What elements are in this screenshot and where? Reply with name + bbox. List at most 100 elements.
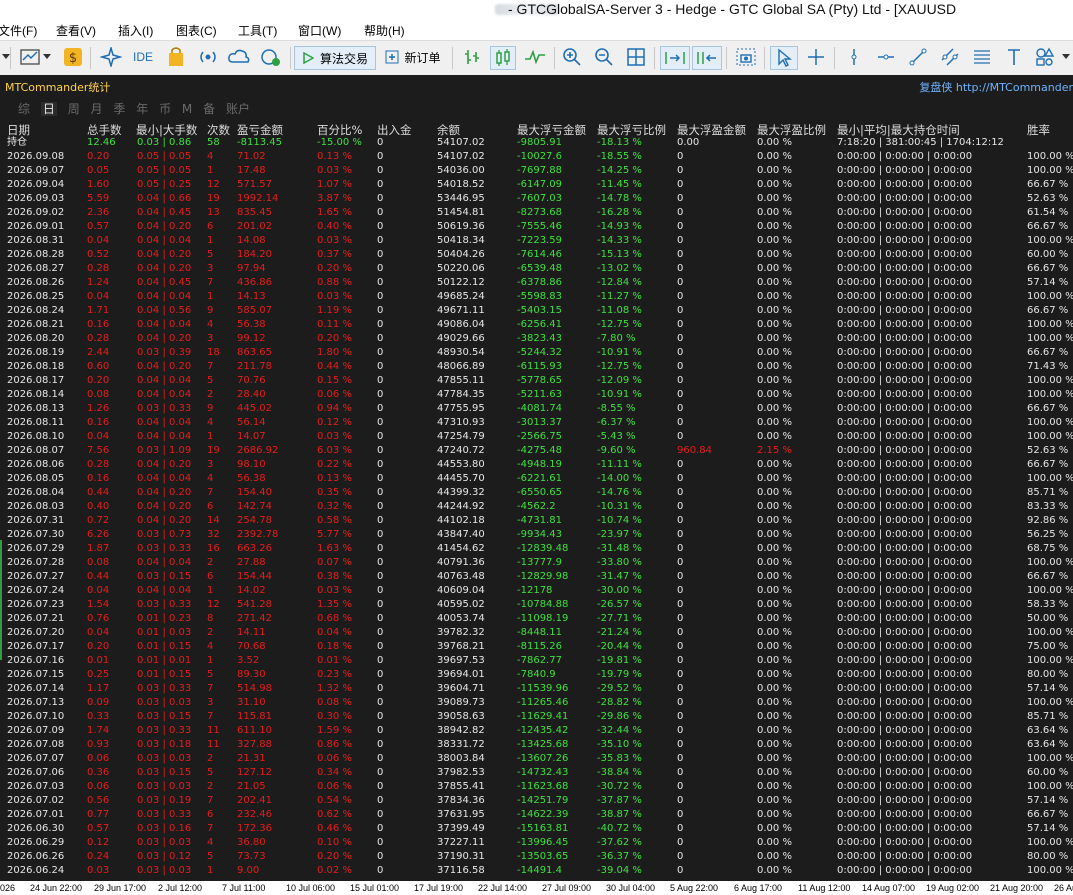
cell-percent: 0.62 % [317, 809, 352, 820]
new-order-button[interactable]: 新订单 [382, 46, 444, 68]
vps-globe-icon[interactable] [258, 46, 284, 68]
zoom-in-icon[interactable] [560, 46, 584, 68]
tab-overview[interactable]: 综 [18, 102, 30, 116]
shapes-icon[interactable] [1034, 46, 1060, 68]
text-tool-icon[interactable] [1002, 46, 1026, 68]
auto-scroll-icon[interactable] [660, 46, 690, 70]
zoom-out-icon[interactable] [592, 46, 616, 68]
axis-tick-label: 026 [0, 883, 16, 893]
menu-help[interactable]: 帮助(H) [364, 22, 405, 39]
cell-max-float-profit: 0 [677, 431, 684, 442]
menu-file[interactable]: 文件(F) [0, 22, 37, 39]
cell-max-float-profit: 0 [677, 851, 684, 862]
tab-notes[interactable]: 备 [203, 102, 215, 116]
cell-pnl: 115.81 [237, 711, 272, 722]
cell-count: 7 [207, 487, 214, 498]
cell-count: 4 [207, 319, 214, 330]
cell-balance: 48066.89 [437, 361, 485, 372]
tab-weekly[interactable]: 周 [68, 102, 80, 116]
tab-daily[interactable]: 日 [40, 102, 57, 116]
tab-account[interactable]: 账户 [226, 102, 250, 116]
chevron-down-icon[interactable] [1061, 46, 1071, 68]
cell-max-float-profit-pct: 0.00 % [757, 403, 792, 414]
cell-date: 2026.08.03 [7, 501, 65, 512]
dollar-icon[interactable]: $ [62, 46, 84, 68]
cell-max-float-profit-pct: 0.00 % [757, 557, 792, 568]
cell-date: 2026.08.11 [7, 417, 65, 428]
market-bag-icon[interactable] [164, 46, 188, 68]
cell-max-float-loss: -11629.41 [517, 711, 569, 722]
cell-deposit: 0 [377, 151, 384, 162]
cell-hold-time: 0:00:00 | 0:00:00 | 0:00:00 [837, 725, 973, 736]
cell-date: 2026.08.20 [7, 333, 65, 344]
cell-max-float-profit: 0 [677, 837, 684, 848]
cell-deposit: 0 [377, 711, 384, 722]
chart-template-icon[interactable] [18, 46, 42, 68]
cell-deposit: 0 [377, 375, 384, 386]
menu-view[interactable]: 查看(V) [56, 22, 96, 39]
panel-link[interactable]: 复盘侠 http://MTCommander [919, 79, 1073, 95]
cursor-arrow-icon[interactable] [770, 46, 798, 70]
cell-count: 7 [207, 823, 214, 834]
tab-magic[interactable]: M [182, 102, 192, 116]
screenshot-camera-icon[interactable] [734, 46, 758, 68]
menu-window[interactable]: 窗口(W) [298, 22, 341, 39]
algo-trading-button[interactable]: 算法交易 [294, 46, 376, 70]
cell-max-float-loss: -7607.03 [517, 193, 562, 204]
cell-max-float-loss-pct: -37.62 % [597, 837, 642, 848]
fibonacci-icon[interactable] [970, 46, 994, 68]
table-row: 2026.08.14 0.08 0.04 | 0.04 2 28.40 0.06 % 0 47… [0, 388, 1073, 402]
cell-count: 9 [207, 305, 214, 316]
cell-max-float-loss-pct: -9.60 % [597, 445, 636, 456]
table-row: 2026.08.20 0.28 0.04 | 0.20 3 99.12 0.20 % 0 49… [0, 332, 1073, 346]
trendline-icon[interactable] [906, 46, 930, 68]
cell-pnl: 142.74 [237, 501, 272, 512]
tab-currency[interactable]: 币 [159, 102, 171, 116]
cell-deposit: 0 [377, 291, 384, 302]
table-row: 2026.08.10 0.04 0.04 | 0.04 1 14.07 0.03 % 0 47… [0, 430, 1073, 444]
horizontal-line-icon[interactable] [874, 46, 898, 68]
chevron-down-icon[interactable] [42, 46, 52, 68]
table-row: 2026.08.05 0.16 0.04 | 0.04 4 56.38 0.13 % 0 44… [0, 472, 1073, 486]
cell-max-float-profit: 0 [677, 515, 684, 526]
table-row: 2026.08.07 7.56 0.03 | 1.09 19 2686.92 6.03 %… [0, 444, 1073, 458]
cell-percent: 0.54 % [317, 795, 352, 806]
crosshair-icon[interactable] [804, 46, 828, 68]
cell-max-float-profit-pct: 2.15 % [757, 445, 792, 456]
cell-max-float-loss: -14251.79 [517, 795, 569, 806]
signal-icon[interactable] [196, 46, 220, 68]
cell-percent: 0.38 % [317, 571, 352, 582]
channel-icon[interactable] [938, 46, 962, 68]
cell-total-lots: 1.24 [87, 277, 110, 288]
cell-pnl: 14.13 [237, 291, 266, 302]
cell-max-float-loss-pct: -14.93 % [597, 221, 642, 232]
bar-chart-icon[interactable] [460, 46, 484, 68]
cell-total-lots: 2.36 [87, 207, 110, 218]
cell-min-max-lots: 0.03 | 0.33 [137, 725, 192, 736]
chart-shift-icon[interactable] [692, 46, 722, 70]
tab-monthly[interactable]: 月 [91, 102, 103, 116]
cell-min-max-lots: 0.04 | 0.45 [137, 207, 192, 218]
cell-balance: 37855.41 [437, 781, 485, 792]
tile-windows-icon[interactable] [624, 46, 648, 68]
menu-tools[interactable]: 工具(T) [238, 22, 277, 39]
menu-insert[interactable]: 插入(I) [118, 22, 153, 39]
table-row: 2026.08.31 0.04 0.04 | 0.04 1 14.08 0.03 % 0 50… [0, 234, 1073, 248]
ide-button[interactable]: IDE [130, 46, 156, 68]
line-chart-icon[interactable] [522, 46, 548, 68]
cell-max-float-loss-pct: -11.27 % [597, 291, 642, 302]
candlestick-icon[interactable] [490, 46, 516, 70]
cloud-icon[interactable] [226, 46, 252, 68]
cell-max-float-profit: 0 [677, 655, 684, 666]
tab-quarterly[interactable]: 季 [113, 102, 125, 116]
cell-win-rate: 66.67 % [1027, 179, 1069, 190]
cell-win-rate: 60.00 % [1027, 249, 1069, 260]
cell-min-max-lots: 0.03 | 0.73 [137, 529, 192, 540]
cell-max-float-loss: -13996.45 [517, 837, 569, 848]
menu-chart[interactable]: 图表(C) [176, 22, 217, 39]
sparkle-icon[interactable] [98, 46, 124, 68]
tab-yearly[interactable]: 年 [136, 102, 148, 116]
cell-win-rate: 63.64 % [1027, 725, 1069, 736]
cell-max-float-loss: -4081.74 [517, 403, 562, 414]
vertical-line-icon[interactable] [842, 46, 866, 68]
